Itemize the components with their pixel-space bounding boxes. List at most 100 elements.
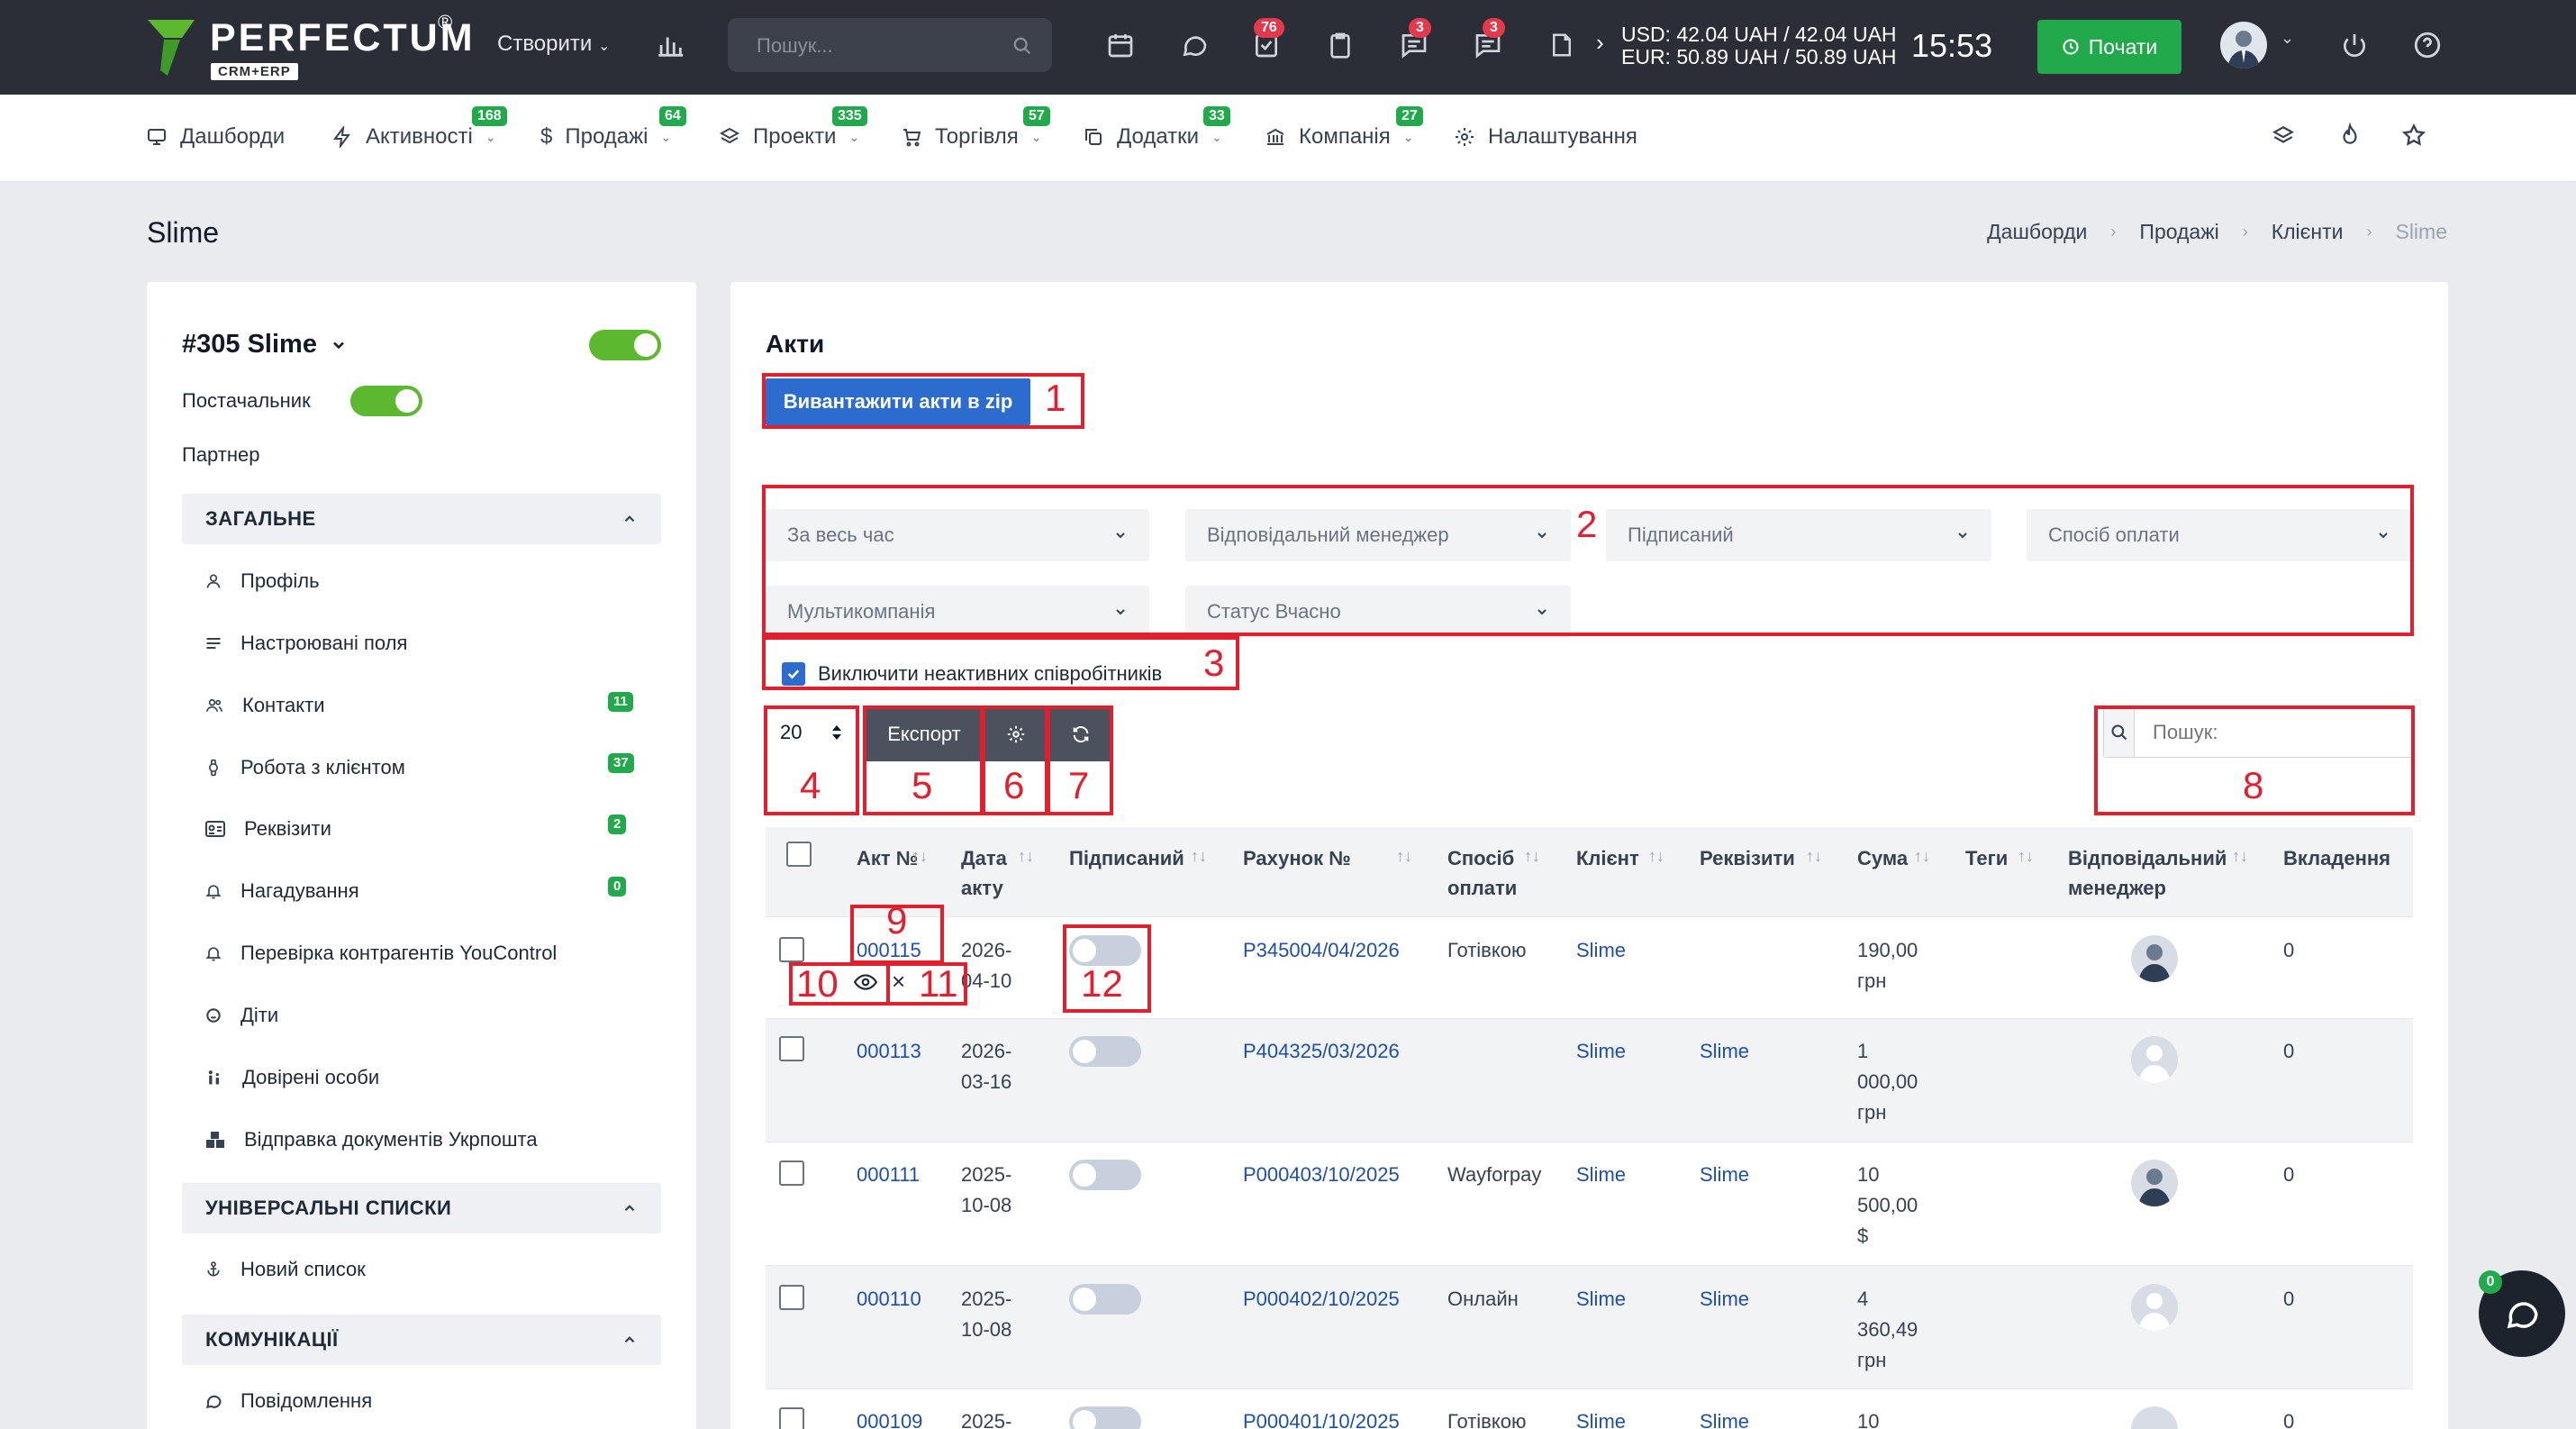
col-signed[interactable]: Підписаний bbox=[1069, 843, 1184, 873]
chart-icon[interactable] bbox=[652, 27, 688, 63]
menu-sales[interactable]: $ Продажі ⌄ bbox=[540, 124, 671, 150]
power-icon[interactable] bbox=[2336, 27, 2372, 63]
help-icon[interactable] bbox=[2409, 27, 2445, 63]
col-requisites[interactable]: Реквізити bbox=[1700, 843, 1795, 873]
invoice-link[interactable]: Р000403/10/2025 bbox=[1243, 1160, 1400, 1190]
col-sum[interactable]: Сума bbox=[1857, 843, 1908, 873]
requisites-link[interactable]: Slime bbox=[1700, 1406, 1749, 1429]
col-invoice[interactable]: Рахунок № bbox=[1243, 843, 1351, 873]
breadcrumb-link[interactable]: Дашборди bbox=[1987, 220, 2087, 244]
client-link[interactable]: Slime bbox=[1576, 1406, 1626, 1429]
star-icon[interactable] bbox=[2401, 123, 2426, 148]
row-checkbox[interactable] bbox=[779, 1285, 804, 1310]
manager-avatar[interactable] bbox=[2131, 1160, 2178, 1206]
col-attachments[interactable]: Вкладення bbox=[2283, 843, 2390, 873]
menu-settings[interactable]: Налаштування bbox=[1454, 124, 1637, 150]
nav-ukrposhta[interactable]: Відправка документів Укрпошта bbox=[204, 1128, 538, 1151]
menu-activities[interactable]: Активності ⌄ bbox=[331, 124, 496, 150]
select-all-checkbox[interactable] bbox=[786, 842, 812, 867]
sort-icon[interactable]: ↑↓ bbox=[1914, 847, 1930, 866]
nav-messages[interactable]: Повідомлення bbox=[204, 1389, 372, 1413]
sort-icon[interactable]: ↑↓ bbox=[1191, 847, 1207, 866]
menu-addons[interactable]: Додатки ⌄ bbox=[1083, 124, 1222, 150]
start-timer-button[interactable]: Почати bbox=[2037, 20, 2181, 74]
section-general[interactable]: ЗАГАЛЬНЕ bbox=[182, 494, 661, 544]
nav-client-work[interactable]: Робота з клієнтом bbox=[204, 756, 405, 779]
nav-new-list[interactable]: Новий список bbox=[204, 1258, 366, 1281]
col-act-date[interactable]: Дата акту bbox=[961, 843, 1019, 903]
manager-avatar[interactable] bbox=[2131, 1284, 2178, 1331]
client-active-toggle[interactable] bbox=[589, 330, 661, 360]
requisites-link[interactable]: Slime bbox=[1700, 1284, 1749, 1315]
col-payment[interactable]: Спосіб оплати bbox=[1447, 843, 1523, 903]
act-number-link[interactable]: 000109 bbox=[857, 1406, 922, 1429]
sort-icon[interactable]: ↑↓ bbox=[2018, 847, 2034, 866]
sort-icon[interactable]: ↑↓ bbox=[1018, 847, 1034, 866]
supplier-toggle[interactable] bbox=[350, 386, 422, 416]
fire-icon[interactable] bbox=[2338, 123, 2362, 148]
col-tags[interactable]: Теги bbox=[1965, 843, 2008, 873]
requisites-link[interactable]: Slime bbox=[1700, 1160, 1749, 1190]
row-checkbox[interactable] bbox=[779, 937, 804, 962]
row-checkbox[interactable] bbox=[779, 1036, 804, 1061]
invoice-link[interactable]: Р404325/03/2026 bbox=[1243, 1036, 1400, 1067]
sort-icon[interactable]: ↑↓ bbox=[912, 847, 928, 866]
client-link[interactable]: Slime bbox=[1576, 1160, 1626, 1190]
act-number-link[interactable]: 000113 bbox=[857, 1036, 921, 1067]
menu-projects[interactable]: Проекти ⌄ bbox=[719, 124, 859, 150]
nav-children[interactable]: Діти bbox=[204, 1004, 278, 1027]
clipboard-icon[interactable] bbox=[1322, 27, 1358, 63]
sort-icon[interactable]: ↑↓ bbox=[2232, 847, 2248, 866]
manager-avatar[interactable] bbox=[2131, 1036, 2178, 1083]
signed-toggle[interactable] bbox=[1069, 1036, 1141, 1067]
nav-contacts[interactable]: Контакти bbox=[204, 694, 325, 717]
user-menu-chevron-icon[interactable]: ⌄ bbox=[2281, 29, 2294, 48]
row-checkbox[interactable] bbox=[779, 1160, 804, 1186]
top-search-input[interactable]: Пошук... bbox=[728, 18, 1052, 72]
invoice-link[interactable]: Р000402/10/2025 bbox=[1243, 1284, 1400, 1315]
nav-profile[interactable]: Профіль bbox=[204, 569, 320, 593]
client-link[interactable]: Slime bbox=[1576, 935, 1626, 966]
sort-icon[interactable]: ↑↓ bbox=[1524, 847, 1540, 866]
act-number-link[interactable]: 000111 bbox=[857, 1160, 920, 1190]
client-heading[interactable]: #305 Slime bbox=[182, 330, 348, 360]
client-link[interactable]: Slime bbox=[1576, 1036, 1626, 1067]
col-client[interactable]: Клієнт bbox=[1576, 843, 1639, 873]
nav-reminders[interactable]: Нагадування bbox=[204, 879, 359, 903]
invoice-link[interactable]: Р345004/04/2026 bbox=[1243, 935, 1400, 966]
requisites-link[interactable]: Slime bbox=[1700, 1036, 1749, 1067]
nav-trusted-persons[interactable]: Довірені особи bbox=[204, 1066, 379, 1089]
breadcrumb-link[interactable]: Продажі bbox=[2139, 220, 2218, 244]
layers-icon[interactable] bbox=[2272, 124, 2295, 148]
sort-icon[interactable]: ↑↓ bbox=[1396, 847, 1412, 866]
signed-toggle[interactable] bbox=[1069, 1406, 1141, 1429]
signed-toggle[interactable] bbox=[1069, 1284, 1141, 1315]
menu-company[interactable]: Компанія ⌄ bbox=[1265, 124, 1414, 150]
chat-bubble-icon[interactable] bbox=[1176, 27, 1212, 63]
section-communications[interactable]: КОМУНІКАЦІЇ bbox=[182, 1315, 661, 1365]
create-menu-button[interactable]: Створити ⌄ bbox=[497, 32, 610, 57]
sort-icon[interactable]: ↑↓ bbox=[1648, 847, 1664, 866]
breadcrumb-link[interactable]: Клієнти bbox=[2272, 220, 2344, 244]
calendar-icon[interactable] bbox=[1102, 27, 1138, 63]
nav-requisites[interactable]: Реквізити bbox=[204, 817, 331, 841]
chevron-right-icon[interactable]: › bbox=[1596, 29, 1604, 57]
logo-mark-icon[interactable] bbox=[144, 16, 198, 79]
manager-avatar[interactable] bbox=[2131, 935, 2178, 982]
nav-youcontrol[interactable]: Перевірка контрагентів YouControl bbox=[204, 942, 557, 965]
sort-icon[interactable]: ↑↓ bbox=[1806, 847, 1822, 866]
col-manager[interactable]: Відповідальний менеджер bbox=[2068, 843, 2239, 903]
nav-custom-fields[interactable]: Настроювані поля bbox=[204, 632, 407, 655]
document-icon[interactable] bbox=[1544, 27, 1580, 63]
row-checkbox[interactable] bbox=[779, 1407, 804, 1429]
menu-dashboards[interactable]: Дашборди bbox=[146, 124, 285, 150]
logo-text[interactable]: PERFECTUM bbox=[210, 16, 476, 60]
user-avatar[interactable] bbox=[2220, 22, 2267, 68]
client-link[interactable]: Slime bbox=[1576, 1284, 1626, 1315]
section-universal-lists[interactable]: УНІВЕРСАЛЬНІ СПИСКИ bbox=[182, 1183, 661, 1233]
menu-trade[interactable]: Торгівля ⌄ bbox=[901, 124, 1042, 150]
act-number-link[interactable]: 000110 bbox=[857, 1284, 921, 1315]
invoice-link[interactable]: Р000401/10/2025 bbox=[1243, 1406, 1400, 1429]
signed-toggle[interactable] bbox=[1069, 1160, 1141, 1190]
chat-bubble-icon bbox=[204, 1392, 222, 1410]
